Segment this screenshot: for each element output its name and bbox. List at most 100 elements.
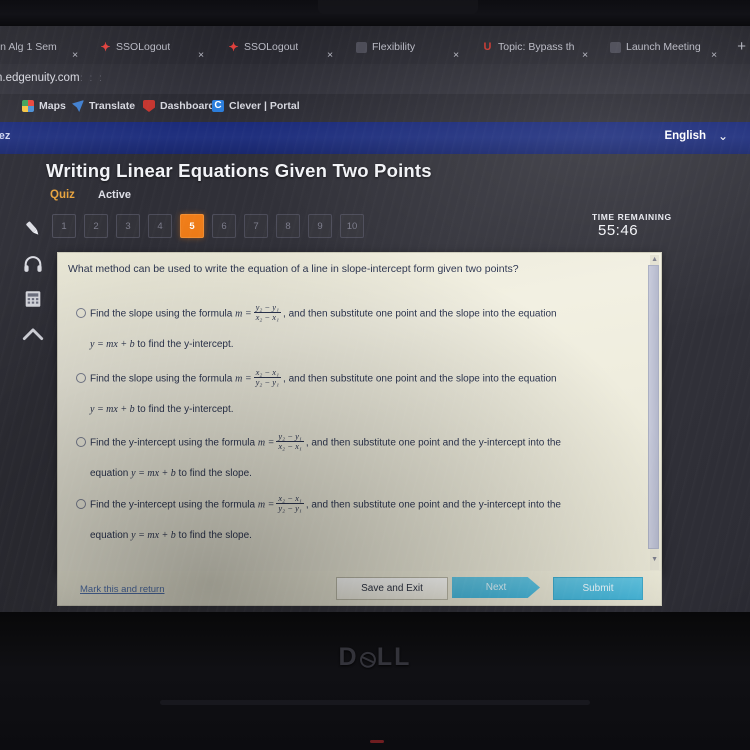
tab-label: Flexibility xyxy=(372,41,416,53)
option-mid: , and then substitute one point and the … xyxy=(283,308,557,320)
browser-tab-1[interactable]: ✦ SSOLogout xyxy=(100,32,196,62)
question-number-3[interactable]: 3 xyxy=(116,214,140,238)
radio-button-a[interactable] xyxy=(76,308,86,318)
option-formula-lhs: m = xyxy=(235,308,252,320)
grey-globe-icon xyxy=(356,41,367,53)
question-number-1[interactable]: 1 xyxy=(52,214,76,238)
question-number-4[interactable]: 4 xyxy=(148,214,172,238)
answer-option-b-text: Find the slope using the formula m = x₂ −… xyxy=(90,367,642,389)
red-u-icon: U xyxy=(483,40,492,53)
option-lead: Find the slope using the formula xyxy=(90,373,233,385)
answer-option-a-text: Find the slope using the formula m = y₂ −… xyxy=(90,302,642,324)
submit-button[interactable]: Submit xyxy=(553,577,643,600)
brand-post: LL xyxy=(376,643,412,671)
scroll-down-arrow-icon[interactable]: ▼ xyxy=(651,556,658,563)
option-mid: , and then substitute one point and the … xyxy=(305,499,561,511)
url-text[interactable]: n.edgenuity.com xyxy=(0,72,80,84)
laptop-bottom-bezel xyxy=(0,612,750,750)
webcam-notch xyxy=(318,0,478,14)
time-remaining-value: 55:46 xyxy=(598,222,639,239)
question-number-7[interactable]: 7 xyxy=(244,214,268,238)
option-tail: to find the y-intercept. xyxy=(137,404,234,415)
red-bird-icon: ✦ xyxy=(100,39,111,54)
laptop-hinge xyxy=(160,700,590,705)
collapse-up-icon xyxy=(22,327,44,340)
option-formula-lhs: m = xyxy=(235,373,252,385)
browser-tab-2[interactable]: ✦ SSOLogout xyxy=(228,32,324,62)
radio-button-c[interactable] xyxy=(76,437,86,447)
tab-label: Launch Meeting xyxy=(626,41,701,53)
language-selector-label[interactable]: English xyxy=(664,130,706,142)
translate-icon xyxy=(72,100,84,112)
answer-option-b-line2: y = mx + b to find the y-intercept. xyxy=(90,403,590,417)
slope-fraction: y₂ − y₁ x₂ − x₁ xyxy=(276,431,304,451)
laptop-screen: ion Alg 1 Sem × ✦ SSOLogout × ✦ SSOLogou… xyxy=(0,26,750,612)
option-tail: to find the y-intercept. xyxy=(137,339,234,350)
highlighter-icon xyxy=(26,221,39,235)
bookmark-item-dashboard[interactable]: Dashboard xyxy=(143,100,215,112)
clever-c-icon: C xyxy=(212,100,224,112)
status-indicator-light xyxy=(370,740,384,743)
option-tail-formula: y = mx + b xyxy=(90,404,135,415)
calculator-icon xyxy=(25,290,41,307)
headphones-icon xyxy=(24,255,42,272)
tool-rail xyxy=(16,211,50,351)
assignment-status-label: Active xyxy=(98,189,132,201)
option-lead: Find the slope using the formula xyxy=(90,308,233,320)
url-suggestion-ghost: : : : xyxy=(80,73,104,84)
collapse-tool-button[interactable] xyxy=(16,316,50,351)
browser-tab-4[interactable]: U Topic: Bypass th xyxy=(482,32,582,62)
answer-option-d-text: Find the y-intercept using the formula m… xyxy=(90,493,642,515)
question-text: What method can be used to write the equ… xyxy=(68,263,519,275)
red-bird-icon: ✦ xyxy=(228,39,239,54)
radio-button-b[interactable] xyxy=(76,373,86,383)
option-tail-formula: y = mx + b xyxy=(131,468,176,479)
time-remaining-label: TIME REMAINING xyxy=(592,212,672,222)
browser-tab-3[interactable]: Flexibility xyxy=(356,32,452,62)
option-mid: , and then substitute one point and the … xyxy=(283,373,557,385)
bookmark-label: Dashboard xyxy=(160,100,215,112)
option-tail-lead: equation xyxy=(90,530,129,541)
tab-label: Topic: Bypass th xyxy=(498,41,575,53)
question-number-2[interactable]: 2 xyxy=(84,214,108,238)
bookmark-label: Clever | Portal xyxy=(229,100,300,112)
option-tail-lead: equation xyxy=(90,468,129,479)
option-formula-lhs: m = xyxy=(257,437,275,449)
bookmark-item-maps[interactable]: Maps xyxy=(22,100,66,112)
quiz-panel: What method can be used to write the equ… xyxy=(57,252,662,573)
app-header-bar xyxy=(0,122,750,154)
page-title: Writing Linear Equations Given Two Point… xyxy=(46,160,432,181)
calculator-tool-button[interactable] xyxy=(16,281,50,316)
next-button[interactable]: Next xyxy=(452,577,540,598)
shield-icon xyxy=(143,100,155,112)
bookmark-item-clever[interactable]: C Clever | Portal xyxy=(212,100,300,112)
radio-button-d[interactable] xyxy=(76,499,86,509)
slope-fraction: x₂ − x₁ y₂ − y₁ xyxy=(253,367,282,387)
highlighter-tool-button[interactable] xyxy=(16,211,50,246)
app-header-left-text: nez xyxy=(0,130,11,142)
question-number-9[interactable]: 9 xyxy=(308,214,332,238)
mark-this-and-return-link[interactable]: Mark this and return xyxy=(80,584,164,595)
option-formula-lhs: m = xyxy=(257,499,275,511)
slope-fraction: y₂ − y₁ x₂ − x₁ xyxy=(253,302,282,322)
tab-label: SSOLogout xyxy=(244,41,299,53)
laptop-photo: ion Alg 1 Sem × ✦ SSOLogout × ✦ SSOLogou… xyxy=(0,0,750,750)
scroll-up-arrow-icon[interactable]: ▲ xyxy=(651,256,658,263)
audio-tool-button[interactable] xyxy=(16,246,50,281)
tab-label: SSOLogout xyxy=(116,41,171,53)
question-number-6[interactable]: 6 xyxy=(212,214,236,238)
panel-scrollbar-thumb[interactable] xyxy=(648,265,659,549)
answer-option-d-line2: equation y = mx + b to find the slope. xyxy=(90,529,590,543)
question-number-list: 1 2 3 4 5 6 7 8 9 10 xyxy=(52,214,364,238)
browser-tab-5[interactable]: Launch Meeting xyxy=(610,32,710,62)
save-and-exit-button[interactable]: Save and Exit xyxy=(336,577,448,600)
chevron-down-icon[interactable]: ⌄ xyxy=(718,129,728,143)
answer-option-c-text: Find the y-intercept using the formula m… xyxy=(90,431,642,453)
question-number-5-active[interactable]: 5 xyxy=(180,214,204,238)
option-tail: to find the slope. xyxy=(178,530,252,541)
new-tab-button[interactable]: + xyxy=(737,38,746,55)
bookmark-item-translate[interactable]: Translate xyxy=(72,100,135,112)
slope-fraction: x₂ − x₁ y₂ − y₁ xyxy=(276,493,304,513)
question-number-8[interactable]: 8 xyxy=(276,214,300,238)
question-number-10[interactable]: 10 xyxy=(340,214,364,238)
